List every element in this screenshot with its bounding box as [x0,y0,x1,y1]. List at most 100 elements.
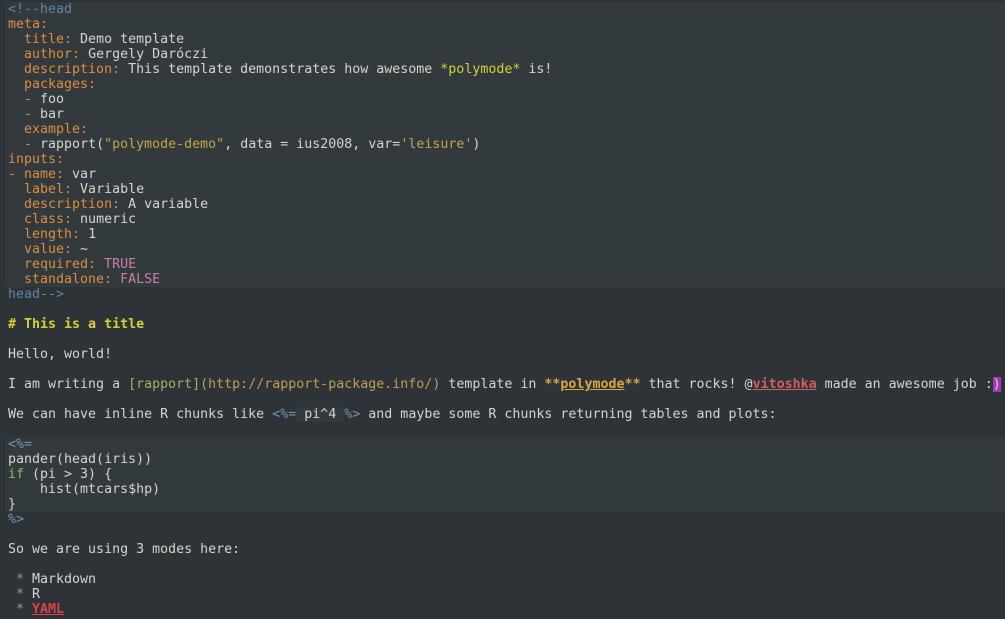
paragraph-text: So we are using 3 modes here: [8,542,240,557]
yaml-dash: - [8,137,32,152]
code-line[interactable]: <!--head [5,2,1005,17]
paragraph-text: and maybe some R chunks returning tables… [360,407,776,422]
polymode-link[interactable]: polymode [560,377,624,392]
code-line[interactable]: required: TRUE [5,257,1005,272]
list-bullet: * [8,602,24,617]
yaml-key: description: [8,62,120,77]
list-item-text: Markdown [24,572,96,587]
yaml-value: ) [472,137,480,152]
yaml-key: author: [8,47,80,62]
yaml-key: packages: [8,77,96,92]
string-literal: 'leisure' [400,137,472,152]
code-line[interactable]: description: This template demonstrates … [5,62,1005,77]
list-bullet: * [8,587,24,602]
boolean-value: TRUE [104,257,136,272]
yaml-value: ~ [72,242,88,257]
yaml-key: example: [8,122,88,137]
code-line[interactable]: description: A variable [5,197,1005,212]
rapport-link[interactable]: [rapport] [128,377,200,392]
list-item-text: R [24,587,40,602]
paragraph-text: Hello, world! [8,347,112,362]
code-line[interactable]: pander(head(iris)) [5,452,1005,467]
code-line[interactable]: I am writing a [rapport](http://rapport-… [5,377,1005,392]
yaml-dash: - [8,107,32,122]
unmatched-paren-highlight: ) [993,377,1001,392]
paragraph-text: template in [440,377,544,392]
paragraph-text: made an awesome job : [817,377,993,392]
rapport-url[interactable]: (http://rapport-package.info/) [200,377,440,392]
code-line[interactable]: } [5,497,1005,512]
yaml-link[interactable]: YAML [32,602,64,617]
code-line[interactable] [5,527,1005,542]
code-line[interactable]: # This is a title [5,317,1005,332]
code-line[interactable]: value: ~ [5,242,1005,257]
yaml-value: var [64,167,96,182]
code-line[interactable]: meta: [5,17,1005,32]
code-line[interactable] [5,422,1005,437]
r-chunk-close-delimiter: %> [8,512,24,527]
yaml-value: rapport( [32,137,104,152]
yaml-key: title: [8,32,72,47]
r-chunk-open-delimiter: <%= [8,437,32,452]
yaml-value: bar [32,107,64,122]
r-code: (pi > 3) { [24,467,112,482]
code-line[interactable]: So we are using 3 modes here: [5,542,1005,557]
yaml-value: This template demonstrates how awesome [120,62,440,77]
code-line[interactable]: length: 1 [5,227,1005,242]
code-line[interactable]: label: Variable [5,182,1005,197]
code-line[interactable]: - rapport("polymode-demo", data = ius200… [5,137,1005,152]
code-line[interactable]: head--> [5,287,1005,302]
code-line[interactable]: - bar [5,107,1005,122]
yaml-value: 1 [80,227,96,242]
code-line[interactable] [5,392,1005,407]
inline-chunk-close-delimiter: %> [344,407,360,422]
code-line[interactable]: if (pi > 3) { [5,467,1005,482]
code-line[interactable]: * R [5,587,1005,602]
paragraph-text: that rocks! @ [640,377,752,392]
code-line[interactable] [5,332,1005,347]
code-line[interactable]: title: Demo template [5,32,1005,47]
code-line[interactable]: We can have inline R chunks like <%= pi^… [5,407,1005,422]
yaml-value: is! [520,62,552,77]
string-literal: "polymode-demo" [104,137,224,152]
paragraph-text: We can have inline R chunks like [8,407,272,422]
code-line[interactable] [5,557,1005,572]
bold-marker: ** [624,377,640,392]
code-line[interactable]: packages: [5,77,1005,92]
yaml-key: required: [8,257,96,272]
r-code: hist(mtcars$hp) [8,482,160,497]
code-line[interactable]: %> [5,512,1005,527]
yaml-value: foo [32,92,64,107]
r-code: pander(head(iris)) [8,452,152,467]
yaml-key: value: [8,242,72,257]
vitoshka-mention-link[interactable]: vitoshka [753,377,817,392]
code-line[interactable]: - name: var [5,167,1005,182]
yaml-key: inputs: [8,152,64,167]
code-line[interactable] [5,362,1005,377]
yaml-value [96,257,104,272]
code-line[interactable]: Hello, world! [5,347,1005,362]
code-line[interactable]: inputs: [5,152,1005,167]
code-line[interactable]: - foo [5,92,1005,107]
r-keyword: if [8,467,24,482]
code-line[interactable]: author: Gergely Daróczi [5,47,1005,62]
code-line[interactable]: standalone: FALSE [5,272,1005,287]
code-line[interactable]: <%= [5,437,1005,452]
yaml-value: numeric [72,212,136,227]
code-line[interactable]: class: numeric [5,212,1005,227]
code-line[interactable]: example: [5,122,1005,137]
code-line[interactable] [5,302,1005,317]
code-line[interactable]: * YAML [5,602,1005,617]
yaml-value: Demo template [72,32,184,47]
yaml-value: A variable [120,197,208,212]
code-line[interactable]: hist(mtcars$hp) [5,482,1005,497]
markdown-heading: # This is a title [8,317,144,332]
yaml-dash: - [8,92,32,107]
yaml-key: - name: [8,167,64,182]
editor-buffer[interactable]: <!--headmeta: title: Demo template autho… [0,0,1005,619]
boolean-value: FALSE [120,272,160,287]
yaml-value: Variable [72,182,144,197]
head-open-delimiter: <!--head [8,2,72,17]
emphasis-text: *polymode* [440,62,520,77]
code-line[interactable]: * Markdown [5,572,1005,587]
